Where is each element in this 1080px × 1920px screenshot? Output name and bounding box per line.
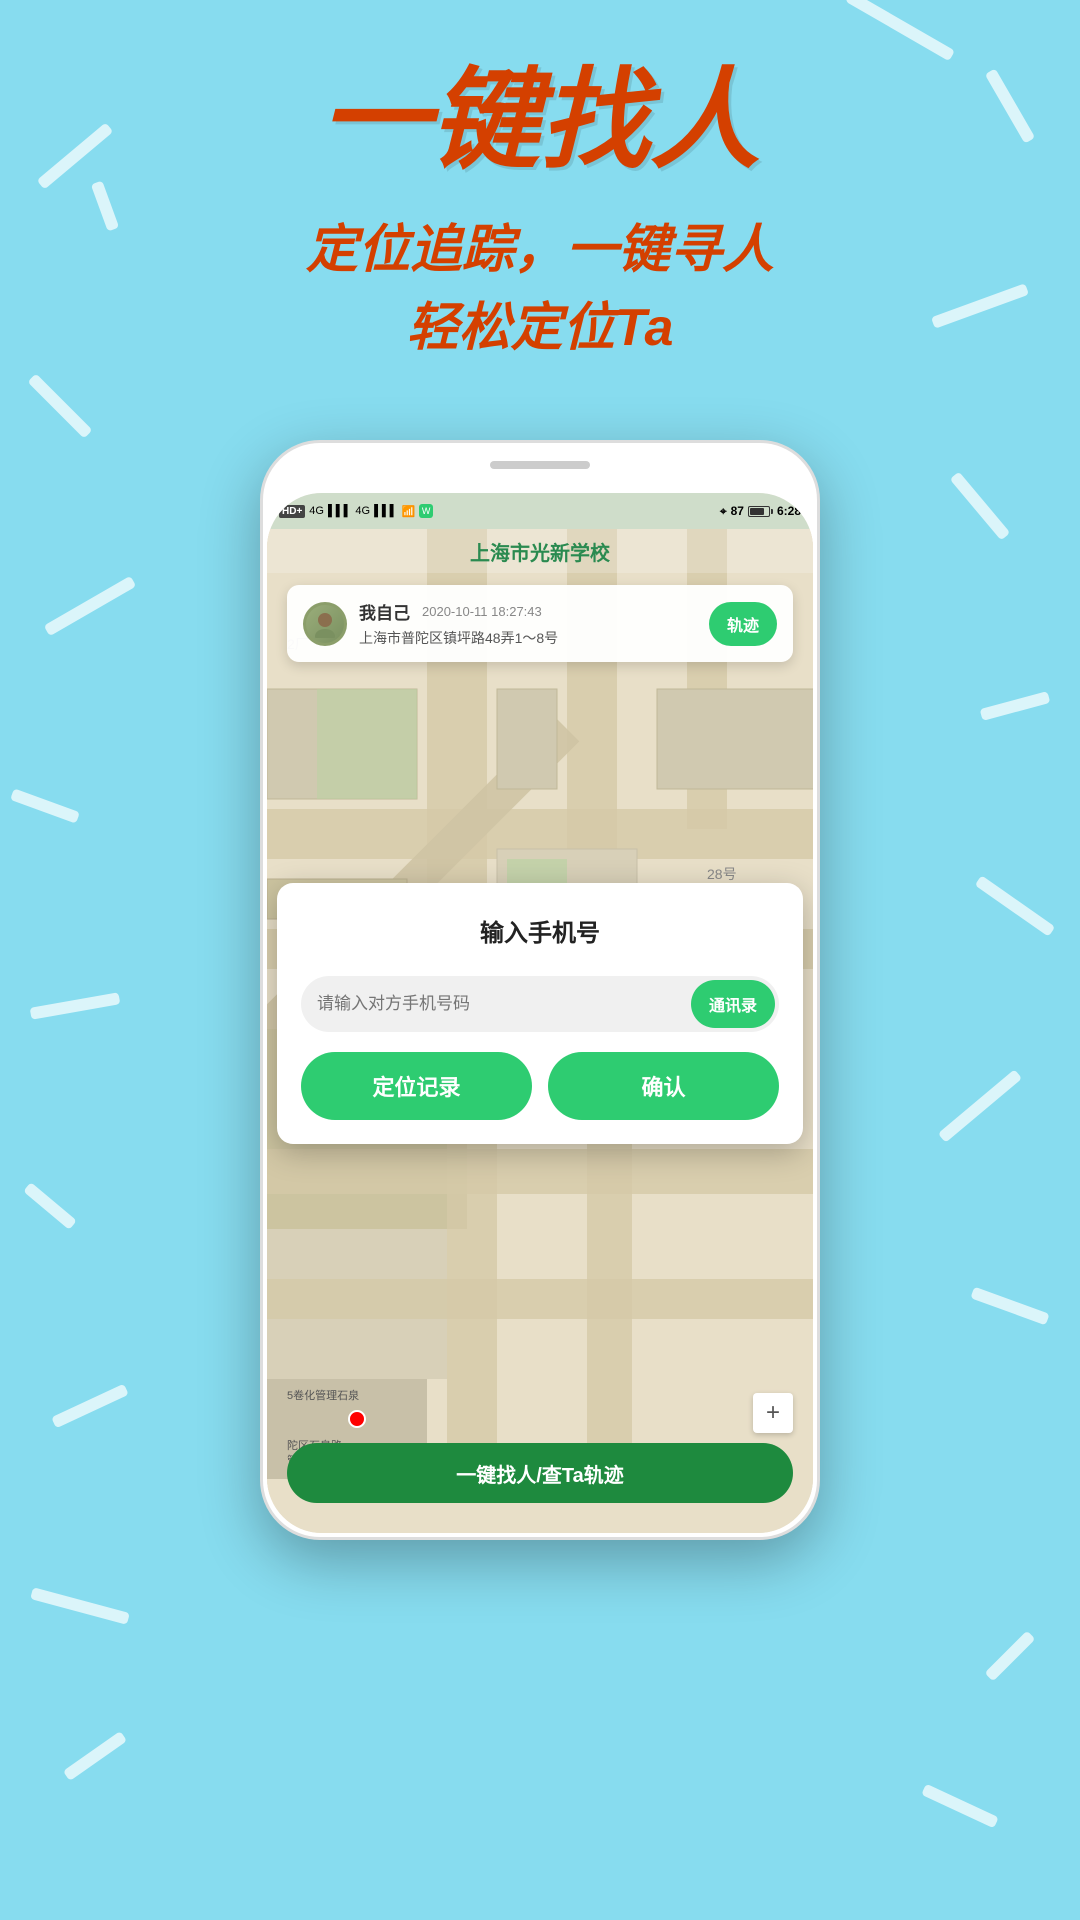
signal-4g-2: 4G bbox=[355, 505, 370, 517]
location-user-row: 我自己 2020-10-11 18:27:43 bbox=[359, 599, 697, 624]
bg-dash-4 bbox=[27, 373, 92, 438]
dialog-title: 输入手机号 bbox=[301, 913, 779, 948]
signal-bars-2: ▌▌▌ bbox=[374, 505, 397, 517]
track-button[interactable]: 轨迹 bbox=[709, 602, 777, 646]
signal-4g-1: 4G bbox=[309, 505, 324, 517]
phone-number-input[interactable] bbox=[317, 994, 681, 1014]
subtitle: 定位追踪，一键寻人 轻松定位Ta bbox=[0, 211, 1080, 367]
app-header-title: 上海市光新学校 bbox=[470, 537, 610, 566]
bg-dash-15 bbox=[985, 1631, 1036, 1682]
subtitle-line1: 定位追踪，一键寻人 bbox=[0, 211, 1080, 289]
signal-bars: ▌▌▌ bbox=[328, 505, 351, 517]
avatar-face-icon bbox=[311, 610, 339, 638]
input-dialog: 输入手机号 通讯录 定位记录 确认 bbox=[277, 883, 803, 1144]
svg-text:28号: 28号 bbox=[707, 866, 737, 882]
phone-mockup: HD+ 4G ▌▌▌ 4G ▌▌▌ 📶 W ⌖ 87 6:28 bbox=[260, 440, 820, 1540]
bg-dash-7 bbox=[30, 992, 121, 1019]
bg-dash-16 bbox=[975, 875, 1056, 936]
status-left: HD+ 4G ▌▌▌ 4G ▌▌▌ 📶 W bbox=[279, 504, 433, 518]
contacts-button[interactable]: 通讯录 bbox=[691, 980, 775, 1028]
bottom-button[interactable]: 一键找人/查Ta轨迹 bbox=[287, 1443, 793, 1503]
status-right: ⌖ 87 6:28 bbox=[720, 504, 801, 519]
bg-dash-20 bbox=[970, 1287, 1049, 1326]
wifi-icon: 📶 bbox=[401, 505, 415, 518]
battery-icon bbox=[748, 506, 773, 517]
status-bar: HD+ 4G ▌▌▌ 4G ▌▌▌ 📶 W ⌖ 87 6:28 bbox=[267, 493, 813, 529]
bg-dash-17 bbox=[980, 691, 1051, 721]
bg-dash-5 bbox=[44, 576, 137, 636]
location-address: 上海市普陀区镇坪路48弄1～8号 bbox=[359, 628, 697, 648]
user-name: 我自己 bbox=[359, 599, 410, 624]
app-header: 上海市光新学校 bbox=[267, 529, 813, 573]
confirm-button[interactable]: 确认 bbox=[548, 1052, 779, 1120]
bg-dash-19 bbox=[938, 1069, 1022, 1142]
main-title: 一键找人 bbox=[0, 60, 1080, 181]
bg-dash-9 bbox=[51, 1384, 129, 1429]
svg-text:5卷化管理石泉: 5卷化管理石泉 bbox=[287, 1388, 359, 1402]
zoom-in-button[interactable]: + bbox=[753, 1393, 793, 1433]
bg-dash-14 bbox=[921, 1784, 999, 1829]
location-history-button[interactable]: 定位记录 bbox=[301, 1052, 532, 1120]
avatar-inner bbox=[306, 605, 344, 643]
location-icon: ⌖ bbox=[720, 504, 727, 519]
wechat-icon: W bbox=[419, 504, 433, 518]
subtitle-line2: 轻松定位Ta bbox=[0, 289, 1080, 367]
hd-badge: HD+ bbox=[279, 505, 305, 518]
phone-speaker bbox=[490, 461, 590, 469]
phone-input-row: 通讯录 bbox=[301, 976, 779, 1032]
bg-dash-6 bbox=[10, 788, 80, 823]
location-card: 我自己 2020-10-11 18:27:43 上海市普陀区镇坪路48弄1～8号… bbox=[287, 585, 793, 662]
location-time: 2020-10-11 18:27:43 bbox=[422, 604, 542, 619]
phone-screen: HD+ 4G ▌▌▌ 4G ▌▌▌ 📶 W ⌖ 87 6:28 bbox=[267, 493, 813, 1533]
bg-dash-18 bbox=[950, 472, 1011, 541]
title-section: 一键找人 定位追踪，一键寻人 轻松定位Ta bbox=[0, 60, 1080, 367]
clock-time: 6:28 bbox=[777, 504, 801, 518]
bg-dash-11 bbox=[63, 1731, 127, 1781]
user-avatar bbox=[303, 602, 347, 646]
bg-dash-1 bbox=[845, 0, 955, 61]
bg-dash-8 bbox=[23, 1182, 77, 1230]
dialog-buttons: 定位记录 确认 bbox=[301, 1052, 779, 1120]
location-info: 我自己 2020-10-11 18:27:43 上海市普陀区镇坪路48弄1～8号 bbox=[359, 599, 697, 648]
battery-level: 87 bbox=[731, 504, 744, 518]
bg-dash-10 bbox=[30, 1587, 130, 1624]
